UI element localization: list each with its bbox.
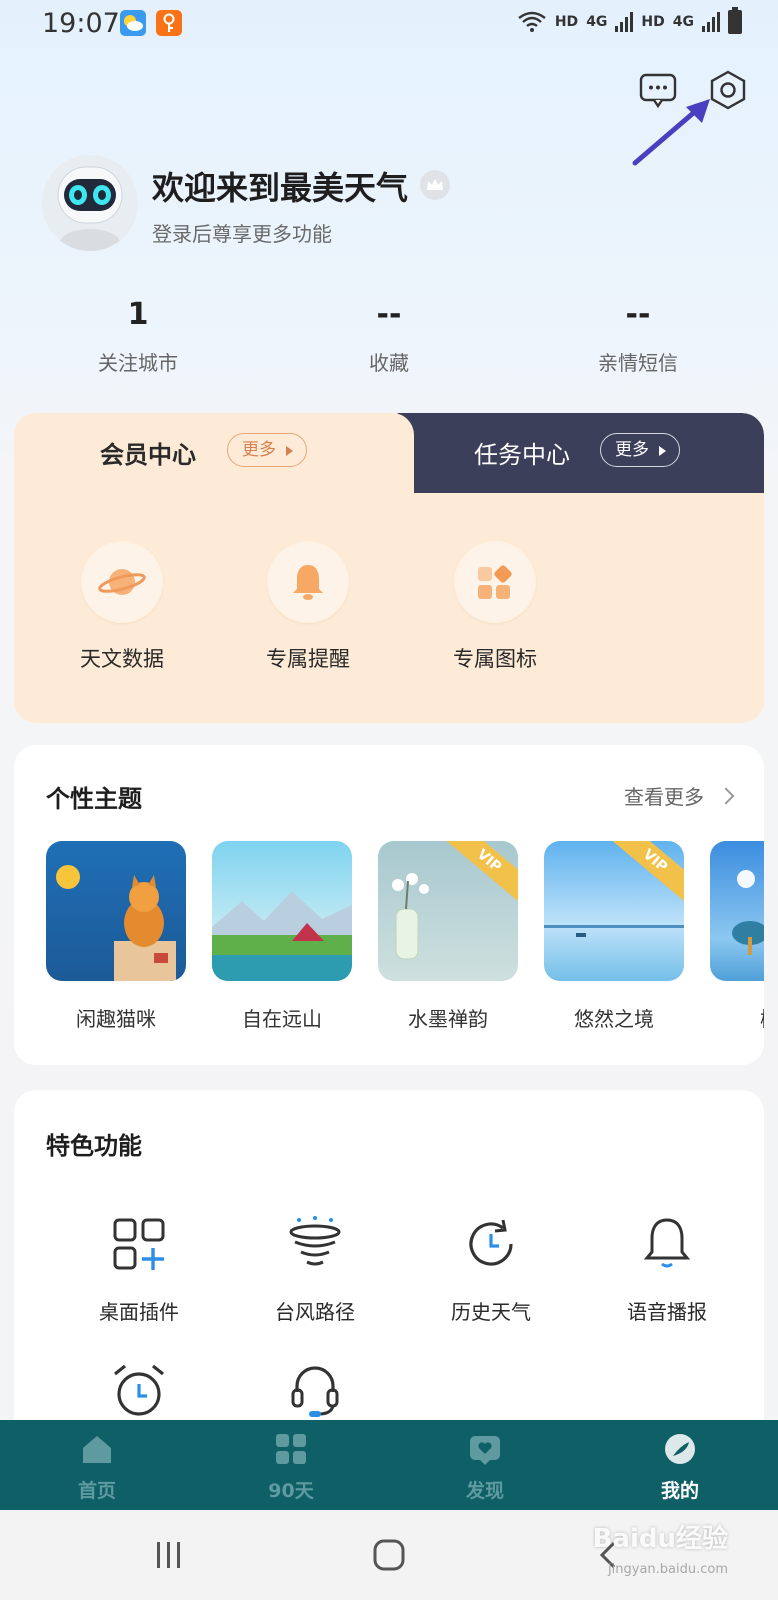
member-item-label: 天文数据 bbox=[80, 647, 164, 671]
recent-apps-icon[interactable] bbox=[152, 1540, 186, 1570]
home-icon bbox=[83, 1436, 111, 1463]
member-center-card: 会员中心 更多 任务中心 更多 天文数据 专属提醒 专属图标 bbox=[14, 413, 764, 723]
network-gen-2: 4G bbox=[672, 14, 694, 30]
nav-label: 发现 bbox=[465, 1480, 504, 1502]
stat-label: 亲情短信 bbox=[598, 351, 678, 375]
network-hd-2: HD bbox=[641, 14, 665, 30]
member-item-icons[interactable]: 专属图标 bbox=[425, 541, 565, 673]
features-title: 特色功能 bbox=[46, 1132, 142, 1160]
theme-label: 悠然之境 bbox=[574, 1007, 654, 1031]
theme-strip[interactable]: 闲趣猫咪 自在远山 VIP 水墨禅韵 VIP 悠然之境 bbox=[46, 841, 764, 1041]
theme-thumb-ink: VIP bbox=[378, 841, 518, 981]
feature-alarm[interactable] bbox=[54, 1358, 224, 1426]
login-prompt[interactable]: 登录后尊享更多功能 bbox=[152, 218, 332, 247]
stat-value: -- bbox=[625, 297, 651, 332]
bell-icon bbox=[267, 541, 349, 623]
member-item-astronomy[interactable]: 天文数据 bbox=[52, 541, 192, 673]
member-item-reminder[interactable]: 专属提醒 bbox=[238, 541, 378, 673]
theme-thumb-cat bbox=[46, 841, 186, 981]
stat-value: -- bbox=[376, 297, 402, 332]
stat-followed-cities[interactable]: 1 关注城市 bbox=[38, 295, 238, 376]
feature-history-weather[interactable]: 历史天气 bbox=[406, 1212, 576, 1325]
network-gen-1: 4G bbox=[586, 14, 608, 30]
bottom-nav: 首页 90天 发现 我的 bbox=[0, 1420, 778, 1510]
stat-value: 1 bbox=[127, 297, 149, 332]
theme-item[interactable]: VIP 悠然之境 bbox=[544, 841, 684, 1032]
avatar[interactable] bbox=[42, 155, 138, 251]
feature-label: 台风路径 bbox=[275, 1300, 355, 1324]
voice-bell-icon bbox=[643, 1218, 691, 1268]
planet-icon bbox=[81, 541, 163, 623]
theme-thumb-calm: VIP bbox=[544, 841, 684, 981]
history-clock-icon bbox=[469, 1219, 513, 1266]
member-more-button[interactable]: 更多 bbox=[227, 433, 307, 467]
wifi-icon bbox=[518, 11, 546, 32]
annotation-arrow bbox=[632, 99, 710, 166]
grid-icon bbox=[276, 1434, 306, 1464]
theme-item[interactable]: 自在远山 bbox=[212, 841, 352, 1032]
member-item-label: 专属提醒 bbox=[266, 647, 350, 671]
tab-task-center-label[interactable]: 任务中心 bbox=[474, 435, 570, 470]
stat-family-sms[interactable]: -- 亲情短信 bbox=[538, 295, 738, 376]
nav-label: 首页 bbox=[77, 1480, 116, 1502]
stat-label: 收藏 bbox=[369, 351, 409, 375]
theme-item[interactable]: VIP 水墨禅韵 bbox=[378, 841, 518, 1032]
feature-label: 桌面插件 bbox=[99, 1300, 179, 1324]
tab-member-center-label[interactable]: 会员中心 bbox=[100, 435, 196, 470]
status-bar: 19:07 HD 4G HD 4G bbox=[0, 0, 778, 50]
member-item-label: 专属图标 bbox=[453, 647, 537, 671]
themes-card: 个性主题 查看更多 闲趣猫咪 自在远山 VIP 水墨禅韵 VIP 悠然之境 bbox=[14, 745, 764, 1065]
status-time: 19:07 bbox=[42, 8, 120, 39]
profile-icon bbox=[665, 1434, 695, 1464]
signal-icon bbox=[615, 12, 634, 32]
welcome-title[interactable]: 欢迎来到最美天气 bbox=[152, 163, 408, 209]
theme-label: 闲趣猫咪 bbox=[76, 1007, 156, 1031]
task-more-button[interactable]: 更多 bbox=[600, 433, 680, 467]
nav-label: 我的 bbox=[660, 1480, 699, 1502]
crown-icon bbox=[420, 170, 450, 200]
home-button-icon[interactable] bbox=[372, 1538, 406, 1572]
baidu-watermark: Baidu经验 bbox=[592, 1524, 728, 1554]
theme-item[interactable]: 树田 bbox=[710, 841, 764, 1032]
tab-task-center[interactable] bbox=[406, 413, 764, 493]
feature-typhoon-path[interactable]: 台风路径 bbox=[230, 1212, 400, 1325]
nav-label: 90天 bbox=[268, 1480, 314, 1502]
nav-item-home[interactable]: 首页 bbox=[37, 1432, 157, 1503]
chevron-right-icon bbox=[717, 787, 735, 804]
stat-favorites[interactable]: -- 收藏 bbox=[289, 295, 489, 376]
tab-member-center[interactable] bbox=[14, 413, 414, 493]
key-app-notification-icon bbox=[156, 10, 182, 36]
theme-label: 自在远山 bbox=[242, 1007, 322, 1031]
weather-app-notification-icon bbox=[120, 10, 146, 36]
app-grid-icon bbox=[454, 541, 536, 623]
feature-label: 历史天气 bbox=[451, 1300, 531, 1324]
discover-icon bbox=[470, 1436, 500, 1465]
headset-icon bbox=[291, 1366, 339, 1417]
theme-thumb-mountain bbox=[212, 841, 352, 981]
themes-see-more[interactable]: 查看更多 bbox=[624, 781, 735, 810]
theme-item[interactable]: 闲趣猫咪 bbox=[46, 841, 186, 1032]
theme-label: 树田 bbox=[710, 1003, 764, 1032]
theme-thumb-tree bbox=[710, 841, 764, 981]
baidu-watermark-url: jingyan.baidu.com bbox=[608, 1562, 728, 1577]
alarm-clock-icon bbox=[114, 1364, 164, 1416]
themes-title: 个性主题 bbox=[46, 785, 142, 813]
feature-label: 语音播报 bbox=[627, 1300, 707, 1324]
battery-icon bbox=[728, 7, 742, 34]
theme-label: 水墨禅韵 bbox=[408, 1007, 488, 1031]
feature-customer-service[interactable] bbox=[230, 1358, 400, 1426]
typhoon-icon bbox=[289, 1216, 341, 1266]
see-more-label: 查看更多 bbox=[624, 785, 704, 809]
nav-item-discover[interactable]: 发现 bbox=[425, 1432, 545, 1503]
nav-item-90days[interactable]: 90天 bbox=[231, 1432, 351, 1503]
network-hd-1: HD bbox=[554, 14, 579, 30]
stat-label: 关注城市 bbox=[98, 351, 178, 375]
feature-desktop-widget[interactable]: 桌面插件 bbox=[54, 1212, 224, 1325]
signal-icon-2 bbox=[702, 12, 720, 32]
feature-voice-broadcast[interactable]: 语音播报 bbox=[582, 1212, 752, 1325]
status-indicators: HD 4G HD 4G bbox=[517, 7, 742, 34]
nav-item-mine[interactable]: 我的 bbox=[620, 1432, 740, 1503]
widget-add-icon bbox=[113, 1218, 165, 1270]
